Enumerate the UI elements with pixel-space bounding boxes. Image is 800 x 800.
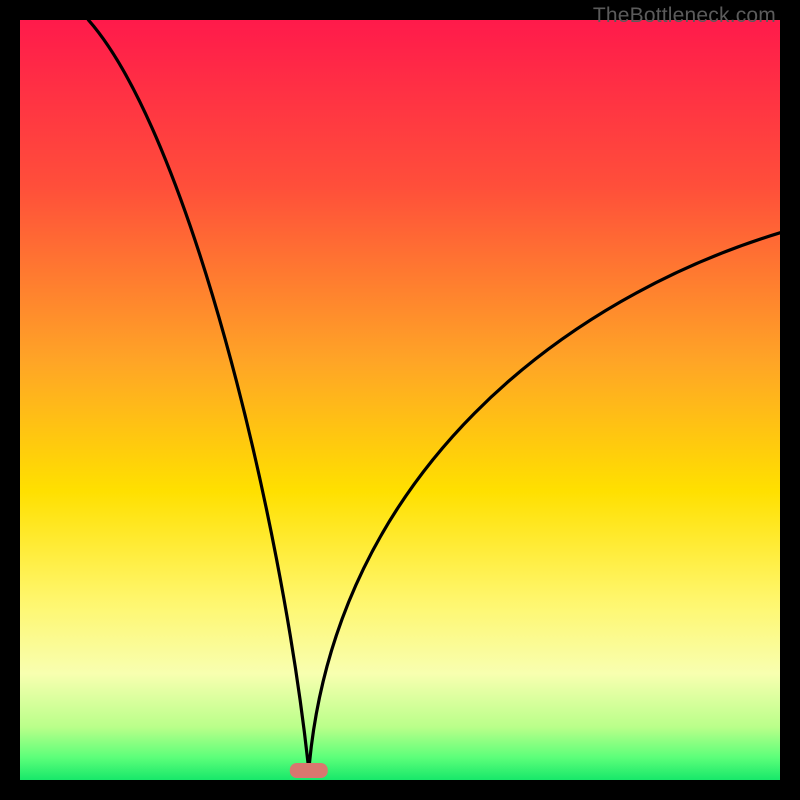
chart-background xyxy=(20,20,780,780)
watermark-text: TheBottleneck.com xyxy=(593,4,776,28)
bottleneck-chart xyxy=(20,20,780,780)
chart-frame xyxy=(20,20,780,780)
vertex-marker xyxy=(290,763,328,778)
